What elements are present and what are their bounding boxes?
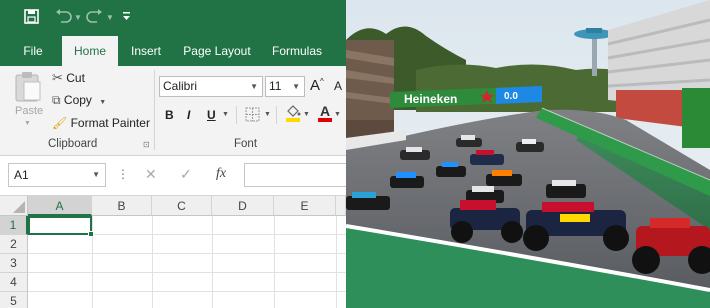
table-row[interactable] [28, 273, 346, 292]
paste-label[interactable]: Paste [15, 105, 43, 117]
column-header[interactable]: D [212, 196, 274, 216]
scissors-icon: ✂ [52, 70, 63, 85]
grow-arrow-icon: ^ [320, 77, 324, 86]
customize-icon[interactable] [122, 11, 131, 24]
grow-font-label: A [310, 77, 321, 94]
banner-brand-text: Heineken [404, 92, 457, 106]
gridline [274, 216, 275, 308]
shrink-font-button[interactable]: A [334, 79, 342, 93]
copy-icon: ⧉ [52, 93, 61, 107]
borders-icon [245, 107, 260, 122]
tab-file[interactable]: File [14, 36, 52, 66]
column-header[interactable]: A [28, 196, 92, 216]
chevron-down-icon: ▼ [292, 82, 300, 91]
row-header[interactable]: 3 [0, 254, 28, 273]
format-painter-button[interactable]: 🖌 Format Painter [52, 116, 150, 130]
select-all-triangle-icon [13, 201, 25, 213]
underline-button[interactable]: U [207, 108, 216, 122]
f1-race-start-image: Heineken 0.0 [346, 0, 710, 308]
chevron-down-icon: ▼ [250, 82, 258, 91]
italic-button[interactable]: I [187, 108, 190, 122]
formula-bar: A1 ▼ ⋮ ✕ ✓ fx [0, 156, 346, 196]
cut-button[interactable]: ✂ Cut [52, 70, 85, 86]
race-photo: Heineken 0.0 [346, 0, 710, 308]
font-family-select[interactable]: Calibri ▼ [159, 76, 263, 97]
name-box-value: A1 [14, 168, 29, 182]
gridline [336, 216, 337, 308]
paintbrush-icon: 🖌 [52, 116, 68, 130]
banner-tagline-text: 0.0 [504, 91, 518, 102]
font-size-select[interactable]: 11 ▼ [265, 76, 305, 97]
table-row[interactable] [28, 254, 346, 273]
ribbon-tabs: File Home Insert Page Layout Formulas [0, 36, 346, 66]
copy-button[interactable]: ⧉ Copy ▼ [52, 93, 106, 108]
borders-dropdown-icon[interactable]: ▼ [264, 111, 271, 118]
font-color-button[interactable]: A [318, 104, 332, 122]
fill-handle[interactable] [88, 231, 94, 237]
clipboard-launcher-icon[interactable]: ⊡ [143, 140, 150, 149]
active-cell[interactable] [28, 216, 94, 237]
column-header[interactable]: C [152, 196, 212, 216]
table-row[interactable] [28, 292, 346, 308]
redo-icon[interactable] [86, 9, 104, 27]
underline-dropdown-icon[interactable]: ▼ [222, 111, 229, 118]
format-painter-label: Format Painter [70, 116, 150, 130]
copy-label: Copy [63, 93, 92, 107]
formula-input[interactable] [244, 163, 346, 187]
ribbon: Paste ▼ ✂ Cut ⧉ Copy ▼ 🖌 Format Painter … [0, 66, 346, 156]
undo-dropdown-icon[interactable]: ▼ [74, 13, 82, 22]
redo-dropdown-icon[interactable]: ▼ [106, 13, 114, 22]
insert-function-button[interactable]: fx [216, 166, 226, 182]
select-all-button[interactable] [0, 196, 28, 216]
row-header[interactable]: 5 [0, 292, 28, 308]
more-dots-icon: ⋮ [117, 167, 129, 181]
save-icon[interactable] [24, 9, 39, 28]
font-color-label: A [319, 103, 331, 119]
group-separator [154, 70, 155, 150]
grow-font-button[interactable]: A^ [310, 77, 324, 94]
fill-dropdown-icon[interactable]: ▼ [303, 111, 310, 118]
copy-dropdown-icon: ▼ [99, 99, 107, 106]
cancel-icon[interactable]: ✕ [145, 166, 157, 183]
column-header[interactable]: B [92, 196, 152, 216]
checkmark-icon[interactable]: ✓ [180, 166, 192, 183]
borders-button[interactable] [245, 107, 260, 125]
column-header[interactable]: E [274, 196, 336, 216]
gridline [92, 216, 93, 308]
table-row[interactable] [28, 235, 346, 254]
toolbar-separator [276, 106, 277, 124]
spreadsheet-grid: A B C D E 1 2 3 4 5 [0, 196, 346, 308]
title-bar: ▼ ▼ [0, 0, 346, 36]
row-header[interactable]: 1 [0, 216, 28, 235]
undo-icon[interactable] [54, 9, 72, 27]
font-family-value: Calibri [163, 79, 198, 93]
gridline [152, 216, 153, 308]
paint-bucket-icon [286, 105, 301, 122]
paste-button[interactable] [12, 70, 42, 105]
column-header[interactable] [336, 196, 346, 216]
chevron-down-icon: ▼ [92, 170, 100, 179]
bold-button[interactable]: B [165, 108, 174, 122]
name-box[interactable]: A1 ▼ [8, 163, 106, 187]
row-header[interactable]: 2 [0, 235, 28, 254]
tab-formulas[interactable]: Formulas [264, 36, 330, 66]
font-size-value: 11 [269, 79, 282, 93]
toolbar-separator [236, 106, 237, 124]
row-header[interactable]: 4 [0, 273, 28, 292]
tab-page-layout[interactable]: Page Layout [178, 36, 256, 66]
fill-color-button[interactable] [285, 105, 301, 126]
tab-home[interactable]: Home [62, 36, 118, 66]
tab-insert[interactable]: Insert [124, 36, 168, 66]
gridline [212, 216, 213, 308]
cut-label: Cut [66, 71, 85, 85]
font-color-dropdown-icon[interactable]: ▼ [334, 111, 341, 118]
clipboard-group-label: Clipboard [48, 138, 98, 150]
excel-window: ▼ ▼ File Home Insert Page Layout Formula… [0, 0, 346, 308]
font-group-label: Font [234, 138, 258, 150]
clipboard-icon [15, 72, 41, 102]
paste-dropdown-icon[interactable]: ▼ [24, 120, 31, 127]
